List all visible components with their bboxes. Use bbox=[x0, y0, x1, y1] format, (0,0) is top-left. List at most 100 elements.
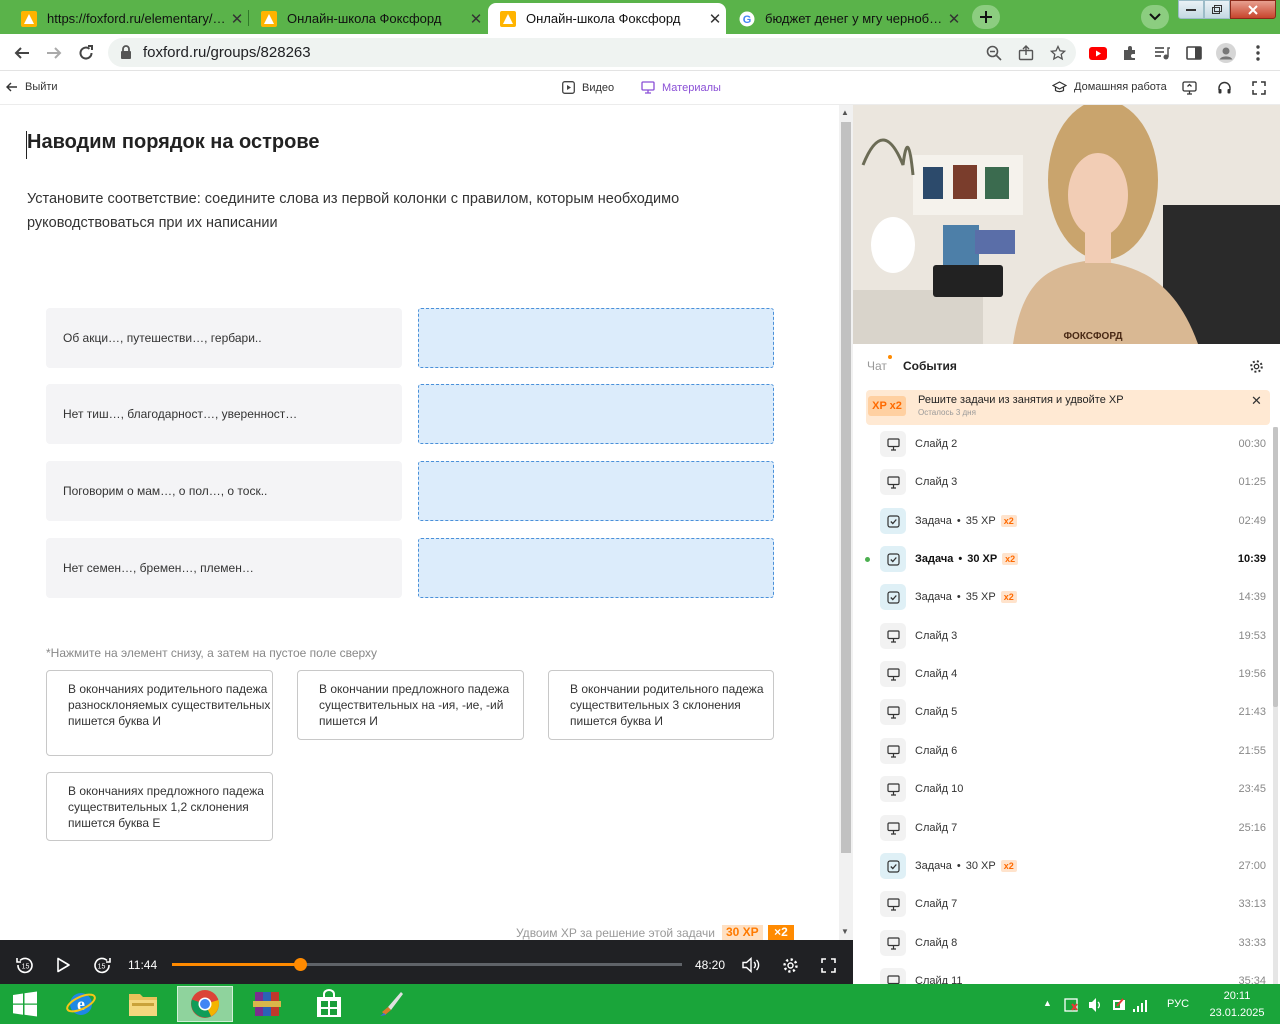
rule-option-2[interactable]: В окончании предложного падежа существит… bbox=[297, 670, 524, 740]
side-panel-button[interactable] bbox=[1184, 43, 1204, 63]
youtube-extension-button[interactable] bbox=[1088, 43, 1108, 63]
scrollbar-thumb[interactable] bbox=[841, 122, 851, 853]
clock-date[interactable]: 23.01.2025 bbox=[1202, 1007, 1272, 1019]
back-button[interactable] bbox=[12, 43, 32, 63]
event-time: 21:43 bbox=[1238, 706, 1266, 718]
taskbar-paint[interactable] bbox=[363, 986, 419, 1022]
taskbar-explorer[interactable] bbox=[115, 986, 171, 1022]
profile-button[interactable] bbox=[1216, 43, 1236, 63]
match-drop-zone-1[interactable] bbox=[418, 308, 774, 368]
event-slide-row[interactable]: Слайд 5 21:43 bbox=[853, 693, 1268, 731]
taskbar-ie[interactable]: e bbox=[53, 986, 109, 1022]
close-banner-icon[interactable]: ✕ bbox=[1251, 393, 1262, 409]
taskbar-store[interactable] bbox=[301, 986, 357, 1022]
slide-icon bbox=[886, 437, 900, 451]
task-icon bbox=[880, 508, 906, 534]
scroll-down-arrow-icon[interactable]: ▼ bbox=[841, 927, 849, 936]
slide-icon bbox=[886, 705, 900, 719]
chrome-menu-button[interactable] bbox=[1248, 43, 1268, 63]
clock-time[interactable]: 20:11 bbox=[1207, 990, 1267, 1002]
zoom-button[interactable] bbox=[984, 43, 1004, 63]
tab-title: https://foxford.ru/elementary/da bbox=[47, 11, 226, 26]
browser-tab-2[interactable]: Онлайн-школа Фоксфорд ✕ bbox=[249, 3, 487, 34]
maximize-window-button[interactable] bbox=[1204, 0, 1230, 19]
event-xp: 30 XP bbox=[967, 553, 998, 565]
event-slide-row[interactable]: Слайд 10 23:45 bbox=[853, 770, 1268, 808]
address-bar[interactable]: foxford.ru/groups/828263 bbox=[108, 38, 1076, 67]
volume-button[interactable] bbox=[741, 955, 761, 975]
close-tab-icon[interactable]: ✕ bbox=[226, 10, 248, 28]
events-scrollbar-thumb[interactable] bbox=[1273, 427, 1278, 707]
events-settings-button[interactable] bbox=[1246, 356, 1266, 376]
event-task-row[interactable]: Задача • 35 XP x2 14:39 bbox=[853, 578, 1268, 616]
teacher-video: ФОКСФОРД bbox=[853, 105, 1280, 344]
event-task-row[interactable]: Задача • 30 XP x2 10:39 bbox=[853, 540, 1268, 578]
reload-button[interactable] bbox=[76, 43, 96, 63]
event-slide-row[interactable]: Слайд 7 25:16 bbox=[853, 809, 1268, 847]
rewind-15-button[interactable]: 15 bbox=[15, 955, 35, 975]
rule-option-4[interactable]: В окончаниях предложного падежа существи… bbox=[46, 772, 273, 841]
progress-track[interactable] bbox=[172, 958, 682, 971]
fullscreen-button[interactable] bbox=[1249, 78, 1269, 98]
browser-tab-4[interactable]: G бюджет денег у мгу чернобыль ✕ bbox=[727, 3, 965, 34]
minimize-window-button[interactable] bbox=[1178, 0, 1204, 19]
close-tab-icon[interactable]: ✕ bbox=[465, 10, 487, 28]
input-language[interactable]: РУС bbox=[1167, 998, 1189, 1010]
tab-chat[interactable]: Чат bbox=[867, 359, 887, 373]
materials-tab[interactable]: Материалы bbox=[641, 81, 721, 94]
close-window-button[interactable] bbox=[1230, 0, 1276, 19]
rule-option-1[interactable]: В окончаниях родительного падежа разноск… bbox=[46, 670, 273, 756]
paint-brush-icon bbox=[380, 992, 403, 1016]
exit-button[interactable]: Выйти bbox=[6, 81, 58, 93]
event-task-row[interactable]: Задача • 30 XP x2 27:00 bbox=[853, 847, 1268, 885]
start-button[interactable] bbox=[0, 986, 50, 1022]
scroll-up-arrow-icon[interactable]: ▲ bbox=[841, 108, 849, 117]
event-slide-row[interactable]: Слайд 4 19:56 bbox=[853, 655, 1268, 693]
taskbar-winrar[interactable] bbox=[239, 986, 295, 1022]
event-xp: 35 XP bbox=[965, 591, 996, 603]
tab-events[interactable]: События bbox=[903, 359, 957, 373]
event-slide-row[interactable]: Слайд 8 33:33 bbox=[853, 924, 1268, 962]
rule-option-3[interactable]: В окончании родительного падежа существи… bbox=[548, 670, 774, 740]
slide-icon bbox=[880, 661, 906, 687]
match-drop-zone-2[interactable] bbox=[418, 384, 774, 444]
match-drop-zone-4[interactable] bbox=[418, 538, 774, 598]
forward-button[interactable] bbox=[44, 43, 64, 63]
match-word-4: Нет семен…, бремен…, племен… bbox=[46, 538, 402, 598]
slide-icon bbox=[886, 475, 900, 489]
browser-tab-1[interactable]: https://foxford.ru/elementary/da ✕ bbox=[9, 3, 248, 34]
fullscreen-icon bbox=[820, 957, 836, 973]
media-control-button[interactable] bbox=[1152, 43, 1172, 63]
player-fullscreen-button[interactable] bbox=[818, 955, 838, 975]
play-button[interactable] bbox=[53, 955, 73, 975]
video-tab[interactable]: Видео bbox=[562, 81, 614, 94]
tab-search-button[interactable] bbox=[1141, 5, 1169, 29]
event-label: Слайд 5 bbox=[915, 706, 1208, 718]
show-hidden-icons-icon[interactable]: ▲ bbox=[1043, 998, 1052, 1008]
bookmark-button[interactable] bbox=[1048, 43, 1068, 63]
progress-handle[interactable] bbox=[293, 958, 307, 971]
support-button[interactable] bbox=[1214, 78, 1234, 98]
match-drop-zone-3[interactable] bbox=[418, 461, 774, 521]
event-slide-row[interactable]: Слайд 6 21:55 bbox=[853, 732, 1268, 770]
close-tab-icon[interactable]: ✕ bbox=[943, 10, 965, 28]
player-settings-button[interactable] bbox=[780, 955, 800, 975]
browser-tab-3-active[interactable]: Онлайн-школа Фоксфорд ✕ bbox=[488, 3, 726, 34]
event-slide-row[interactable]: Слайд 3 01:25 bbox=[853, 463, 1268, 501]
picture-in-picture-button[interactable] bbox=[1179, 78, 1199, 98]
event-slide-row[interactable]: Слайд 3 19:53 bbox=[853, 617, 1268, 655]
close-tab-icon[interactable]: ✕ bbox=[704, 10, 726, 28]
taskbar-chrome-active[interactable] bbox=[177, 986, 233, 1022]
event-label: Задача • 30 XP x2 bbox=[915, 860, 1208, 872]
extensions-button[interactable] bbox=[1120, 43, 1140, 63]
forward-15-button[interactable]: 15 bbox=[92, 955, 112, 975]
share-button[interactable] bbox=[1016, 43, 1036, 63]
event-task-row[interactable]: Задача • 35 XP x2 02:49 bbox=[853, 502, 1268, 540]
event-slide-row[interactable]: Слайд 2 00:30 bbox=[853, 425, 1268, 463]
new-tab-button[interactable] bbox=[972, 5, 1000, 29]
chat-unread-dot bbox=[888, 355, 892, 359]
fast-forward-icon: 15 bbox=[94, 957, 111, 974]
event-slide-row[interactable]: Слайд 7 33:13 bbox=[853, 885, 1268, 923]
homework-button[interactable]: Домашняя работа bbox=[1052, 81, 1167, 93]
event-xp-multiplier: x2 bbox=[1000, 515, 1017, 527]
